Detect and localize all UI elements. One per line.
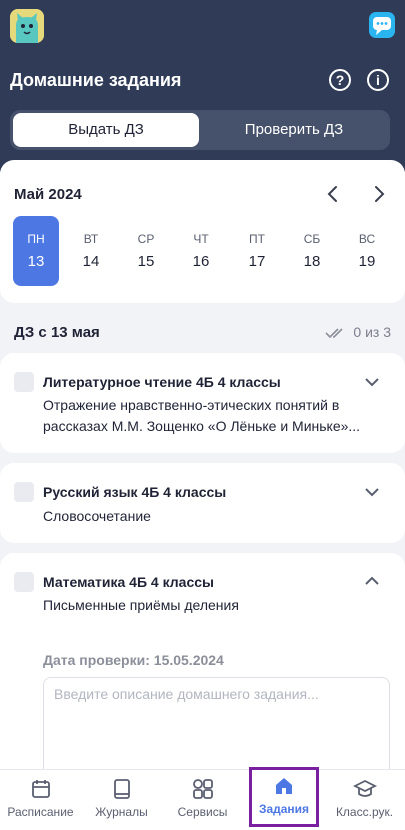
assign-check-switch: Выдать ДЗ Проверить ДЗ: [10, 110, 390, 150]
day-date: 13: [27, 253, 45, 270]
avatar[interactable]: [10, 9, 44, 43]
day-date: 14: [82, 253, 100, 270]
day-date: 19: [358, 253, 376, 270]
day-sat[interactable]: СБ 18: [289, 216, 335, 286]
month-label: Май 2024: [14, 186, 82, 203]
tab-label: Задания: [258, 802, 310, 816]
chevron-left-icon[interactable]: [323, 182, 343, 206]
day-date: 18: [303, 253, 321, 270]
day-sun[interactable]: ВС 19: [344, 216, 390, 286]
day-thu[interactable]: ЧТ 16: [178, 216, 224, 286]
homework-description: Письменные приёмы деления: [43, 597, 239, 613]
chevron-right-icon[interactable]: [369, 182, 389, 206]
avatar-icon: [10, 9, 44, 43]
homework-subject: Литературное чтение 4Б 4 классы: [43, 374, 281, 390]
tab-journals[interactable]: Журналы: [81, 770, 162, 830]
tab-services[interactable]: Сервисы: [162, 770, 243, 830]
day-name: ВС: [358, 232, 376, 246]
day-name: СР: [137, 232, 155, 246]
day-name: ПН: [27, 232, 45, 246]
day-name: ВТ: [83, 232, 99, 246]
tab-label: Журналы: [95, 805, 148, 819]
homework-description-input[interactable]: [43, 677, 390, 777]
book-icon: [113, 779, 130, 799]
homework-description: Словосочетание: [43, 508, 151, 524]
homework-checkbox[interactable]: [14, 572, 34, 592]
tab-assign-homework[interactable]: Выдать ДЗ: [13, 113, 199, 147]
question-circle-icon[interactable]: ?: [329, 69, 351, 91]
chevron-down-icon[interactable]: [365, 487, 379, 497]
homework-subject: Русский язык 4Б 4 классы: [43, 484, 227, 500]
info-circle-icon[interactable]: i: [367, 69, 389, 91]
homework-section-title: ДЗ с 13 мая: [14, 324, 100, 341]
day-mon[interactable]: ПН 13: [13, 216, 59, 286]
tab-homework[interactable]: Задания: [249, 767, 319, 827]
double-check-icon: [325, 328, 343, 339]
homework-card[interactable]: Литературное чтение 4Б 4 классы Отражени…: [0, 353, 405, 453]
chat-bubble-icon: [373, 17, 391, 35]
homework-description: Отражение нравственно-этических понятий …: [43, 397, 361, 434]
chat-button[interactable]: [369, 12, 395, 38]
tab-check-homework[interactable]: Проверить ДЗ: [201, 113, 387, 147]
homework-card[interactable]: Русский язык 4Б 4 классы Словосочетание: [0, 463, 405, 543]
day-wed[interactable]: СР 15: [123, 216, 169, 286]
grid-icon: [192, 779, 213, 799]
day-date: 16: [192, 253, 210, 270]
tab-label: Класс.рук.: [335, 805, 394, 819]
calendar-icon: [31, 780, 50, 798]
home-icon: [276, 778, 292, 794]
counter-value: 0 из 3: [353, 324, 391, 340]
tab-schedule[interactable]: Расписание: [0, 770, 81, 830]
day-name: ПТ: [249, 232, 265, 246]
chevron-down-icon[interactable]: [365, 377, 379, 387]
homework-checkbox[interactable]: [14, 482, 34, 502]
app-header: Домашние задания ? i Выдать ДЗ Проверить…: [0, 0, 405, 172]
day-fri[interactable]: ПТ 17: [234, 216, 280, 286]
week-calendar: Май 2024 ПН 13 ВТ 14 СР 15 ЧТ 16 ПТ 17 С…: [0, 160, 405, 303]
homework-subject: Математика 4Б 4 классы: [43, 574, 214, 590]
completion-counter: 0 из 3: [325, 324, 391, 340]
tab-label: Сервисы: [177, 805, 228, 819]
day-tue[interactable]: ВТ 14: [68, 216, 114, 286]
homework-checkbox[interactable]: [14, 372, 34, 392]
graduation-cap-icon: [352, 779, 377, 797]
tab-label: Расписание: [7, 805, 74, 819]
tab-class-teacher[interactable]: Класс.рук.: [324, 770, 405, 830]
bottom-tab-bar: Расписание Журналы Сервисы Задания Класс…: [0, 767, 405, 830]
day-name: СБ: [303, 232, 321, 246]
day-date: 15: [137, 253, 155, 270]
day-date: 17: [248, 253, 266, 270]
chevron-up-icon[interactable]: [365, 576, 379, 586]
day-name: ЧТ: [193, 232, 209, 246]
homework-card-expanded[interactable]: Математика 4Б 4 классы Письменные приёмы…: [0, 553, 405, 783]
check-date-label: Дата проверки: 15.05.2024: [43, 652, 224, 668]
page-title: Домашние задания: [10, 70, 182, 90]
